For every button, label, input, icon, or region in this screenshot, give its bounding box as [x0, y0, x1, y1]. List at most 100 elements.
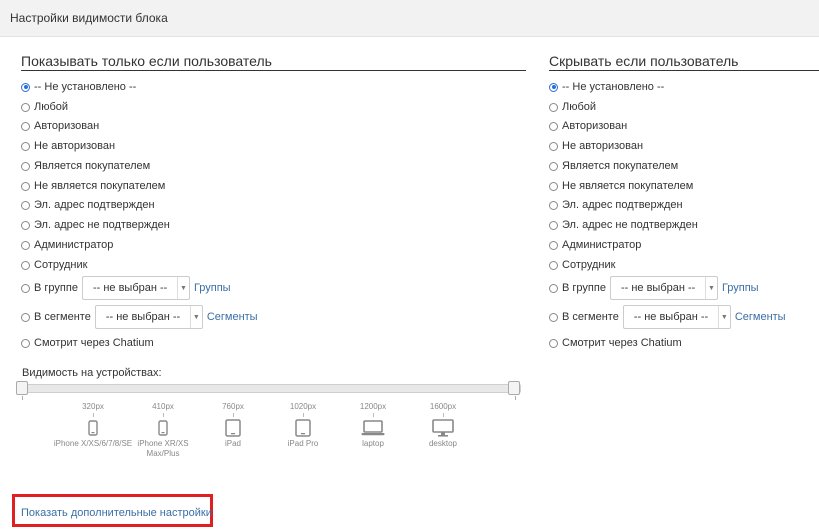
radio[interactable]	[21, 161, 30, 171]
option-label: Любой	[562, 101, 597, 113]
hide-option-in-segment[interactable]: В сегменте -- не выбран -- ▼ Сегменты	[549, 305, 786, 329]
segments-link[interactable]: Сегменты	[735, 311, 786, 323]
show-option-not-authorized[interactable]: Не авторизован	[21, 138, 115, 154]
radio[interactable]	[549, 220, 558, 230]
radio-selected[interactable]	[549, 82, 558, 92]
hide-option-chatium[interactable]: Смотрит через Chatium	[549, 335, 682, 351]
option-label: Смотрит через Chatium	[562, 337, 682, 349]
radio-selected[interactable]	[21, 82, 30, 92]
radio[interactable]	[21, 338, 30, 348]
show-option-any[interactable]: Любой	[21, 99, 68, 115]
radio[interactable]	[549, 312, 558, 322]
hide-option-not-authorized[interactable]: Не авторизован	[549, 138, 643, 154]
radio[interactable]	[21, 260, 30, 270]
radio[interactable]	[21, 141, 30, 151]
option-label: Не является покупателем	[562, 180, 694, 192]
group-select[interactable]: -- не выбран -- ▼	[609, 276, 718, 300]
show-option-email-confirmed[interactable]: Эл. адрес подтвержден	[21, 197, 155, 213]
laptop-icon	[333, 417, 413, 439]
radio[interactable]	[21, 181, 30, 191]
hide-option-not-buyer[interactable]: Не является покупателем	[549, 178, 693, 194]
chevron-down-icon: ▼	[176, 277, 189, 299]
hide-option-email-confirmed[interactable]: Эл. адрес подтвержден	[549, 197, 683, 213]
radio[interactable]	[21, 240, 30, 250]
groups-link[interactable]: Группы	[194, 282, 231, 294]
device-name: iPad Pro	[287, 439, 319, 448]
show-option-admin[interactable]: Администратор	[21, 237, 113, 253]
show-option-not-buyer[interactable]: Не является покупателем	[21, 178, 165, 194]
radio[interactable]	[549, 161, 558, 171]
group-select[interactable]: -- не выбран -- ▼	[81, 276, 190, 300]
show-option-authorized[interactable]: Авторизован	[21, 118, 99, 134]
show-option-chatium[interactable]: Смотрит через Chatium	[21, 335, 154, 351]
hide-option-email-not-confirmed[interactable]: Эл. адрес не подтвержден	[549, 217, 698, 233]
option-label: -- Не установлено --	[562, 81, 665, 93]
show-option-buyer[interactable]: Является покупателем	[21, 158, 150, 174]
radio[interactable]	[549, 200, 558, 210]
select-value: -- не выбран --	[633, 311, 709, 323]
show-option-in-segment[interactable]: В сегменте -- не выбран -- ▼ Сегменты	[21, 305, 258, 329]
hide-if-title: Скрывать если пользователь	[549, 52, 819, 71]
radio[interactable]	[549, 338, 558, 348]
radio[interactable]	[549, 141, 558, 151]
device-name: iPhone X/XS/6/7/8/SE	[53, 439, 133, 448]
device-name: iPad	[224, 439, 241, 448]
option-label: Эл. адрес не подтвержден	[562, 219, 698, 231]
desktop-icon	[403, 417, 483, 439]
option-label: Администратор	[562, 239, 642, 251]
device-range-slider[interactable]	[21, 384, 521, 393]
device-ipad-pro: 1020px iPad Pro	[263, 402, 343, 449]
radio[interactable]	[21, 220, 30, 230]
device-width: 1200px	[359, 402, 387, 411]
hide-option-not-set[interactable]: -- Не установлено --	[549, 79, 664, 95]
device-iphone-se: 320px iPhone X/XS/6/7/8/SE	[53, 402, 133, 449]
show-if-section: Показывать только если пользователь -- Н…	[21, 52, 526, 349]
slider-handle-max[interactable]	[508, 381, 520, 395]
show-more-settings-link[interactable]: Показать дополнительные настройки	[21, 507, 212, 519]
option-label: Авторизован	[34, 120, 100, 132]
option-label: Является покупателем	[34, 160, 151, 172]
radio[interactable]	[549, 283, 558, 293]
radio[interactable]	[21, 121, 30, 131]
show-option-not-set[interactable]: -- Не установлено --	[21, 79, 136, 95]
device-name: iPhone XR/XS Max/Plus	[137, 439, 189, 458]
radio[interactable]	[549, 121, 558, 131]
show-if-title: Показывать только если пользователь	[21, 52, 526, 71]
hide-option-in-group[interactable]: В группе -- не выбран -- ▼ Группы	[549, 276, 759, 300]
radio[interactable]	[21, 200, 30, 210]
device-width: 760px	[222, 402, 244, 411]
option-label: В группе	[562, 282, 606, 294]
device-width: 410px	[152, 402, 174, 411]
radio[interactable]	[549, 240, 558, 250]
option-label: Смотрит через Chatium	[34, 337, 154, 349]
hide-option-buyer[interactable]: Является покупателем	[549, 158, 678, 174]
hide-if-section: Скрывать если пользователь -- Не установ…	[549, 52, 819, 349]
slider-tick	[22, 396, 23, 400]
option-label: Не является покупателем	[34, 180, 166, 192]
radio[interactable]	[549, 102, 558, 112]
segment-select[interactable]: -- не выбран -- ▼	[622, 305, 731, 329]
hide-option-admin[interactable]: Администратор	[549, 237, 641, 253]
device-name: laptop	[362, 439, 384, 448]
option-label: Сотрудник	[562, 259, 616, 271]
hide-option-employee[interactable]: Сотрудник	[549, 257, 615, 273]
radio[interactable]	[549, 181, 558, 191]
radio[interactable]	[21, 102, 30, 112]
device-desktop: 1600px desktop	[403, 402, 483, 449]
slider-handle-min[interactable]	[16, 381, 28, 395]
option-label: В сегменте	[562, 311, 619, 323]
segment-select[interactable]: -- не выбран -- ▼	[94, 305, 203, 329]
show-option-email-not-confirmed[interactable]: Эл. адрес не подтвержден	[21, 217, 170, 233]
show-option-in-group[interactable]: В группе -- не выбран -- ▼ Группы	[21, 276, 231, 300]
option-label: Эл. адрес подтвержден	[34, 199, 155, 211]
smartphone-icon	[53, 417, 133, 439]
show-option-employee[interactable]: Сотрудник	[21, 257, 87, 273]
radio[interactable]	[21, 283, 30, 293]
groups-link[interactable]: Группы	[722, 282, 759, 294]
hide-option-authorized[interactable]: Авторизован	[549, 118, 627, 134]
segments-link[interactable]: Сегменты	[207, 311, 258, 323]
select-value: -- не выбран --	[92, 282, 168, 294]
radio[interactable]	[21, 312, 30, 322]
hide-option-any[interactable]: Любой	[549, 99, 596, 115]
radio[interactable]	[549, 260, 558, 270]
